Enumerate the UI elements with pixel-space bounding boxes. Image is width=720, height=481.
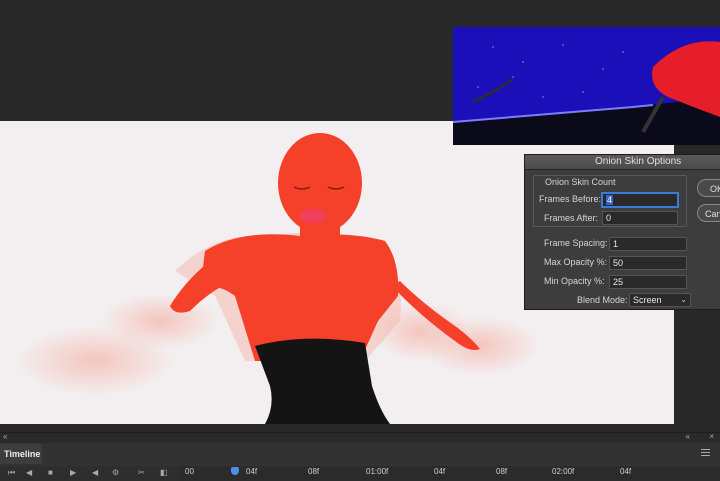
next-frame-icon[interactable]: ▶: [70, 468, 76, 477]
playback-controls: ⏮ ◀ ■ ▶ ◀ ⚙ ✂ ◧: [0, 466, 180, 481]
ruler-label: 08f: [308, 467, 320, 476]
onion-skin-options-dialog: Onion Skin Options Onion Skin Count Fram…: [524, 154, 720, 310]
scissors-icon[interactable]: ✂: [138, 468, 145, 477]
transition-icon[interactable]: ◧: [160, 468, 168, 477]
audio-icon[interactable]: ◀: [92, 468, 98, 477]
ok-button[interactable]: OK: [697, 179, 720, 197]
tab-timeline[interactable]: Timeline: [0, 444, 42, 464]
ruler-label: 02:00f: [552, 467, 575, 476]
frames-after-input[interactable]: 0: [602, 211, 678, 225]
panel-header-strip: « « ×: [0, 432, 720, 443]
timeline-ruler[interactable]: 00 04f 08f 01:00f 04f 08f 02:00f 04f: [180, 466, 720, 481]
ruler-label: 00: [185, 467, 194, 476]
min-opacity-input[interactable]: 25: [609, 275, 687, 289]
close-panel-icon[interactable]: ×: [709, 432, 714, 441]
panel-menu-icon[interactable]: [701, 449, 710, 458]
blend-mode-label: Blend Mode:: [577, 295, 628, 305]
chevron-down-icon: ⌄: [680, 295, 687, 304]
ruler-label: 04f: [620, 467, 632, 476]
min-opacity-label: Min Opacity %:: [544, 276, 605, 286]
frames-after-label: Frames After:: [544, 213, 599, 223]
timeline-panel: « « × Timeline ⏮ ◀ ■ ▶ ◀ ⚙ ✂ ◧ 00 04f 08…: [0, 432, 720, 481]
ruler-label: 04f: [246, 467, 258, 476]
group-title: Onion Skin Count: [543, 177, 618, 187]
frames-before-input[interactable]: 4: [602, 193, 678, 207]
frames-before-label: Frames Before:: [539, 194, 602, 204]
ruler-label: 08f: [496, 467, 508, 476]
first-frame-icon[interactable]: ⏮: [8, 468, 15, 478]
ruler-label: 04f: [434, 467, 446, 476]
playhead[interactable]: [231, 467, 239, 475]
max-opacity-input[interactable]: 50: [609, 256, 687, 270]
video-preview: [453, 27, 720, 145]
dialog-titlebar[interactable]: Onion Skin Options: [525, 155, 720, 170]
frame-spacing-label: Frame Spacing:: [544, 238, 608, 248]
blend-mode-select[interactable]: Screen ⌄: [629, 293, 691, 307]
dialog-title: Onion Skin Options: [595, 156, 682, 167]
cancel-button[interactable]: Cancel: [697, 204, 720, 222]
previous-frame-icon[interactable]: ◀: [26, 468, 32, 477]
play-icon[interactable]: ■: [48, 468, 53, 477]
ruler-label: 01:00f: [366, 467, 389, 476]
settings-gear-icon[interactable]: ⚙: [112, 468, 119, 477]
collapse-left-icon[interactable]: «: [3, 432, 7, 441]
max-opacity-label: Max Opacity %:: [544, 257, 608, 267]
frame-spacing-input[interactable]: 1: [609, 237, 687, 251]
collapse-right-icon[interactable]: «: [686, 432, 690, 441]
